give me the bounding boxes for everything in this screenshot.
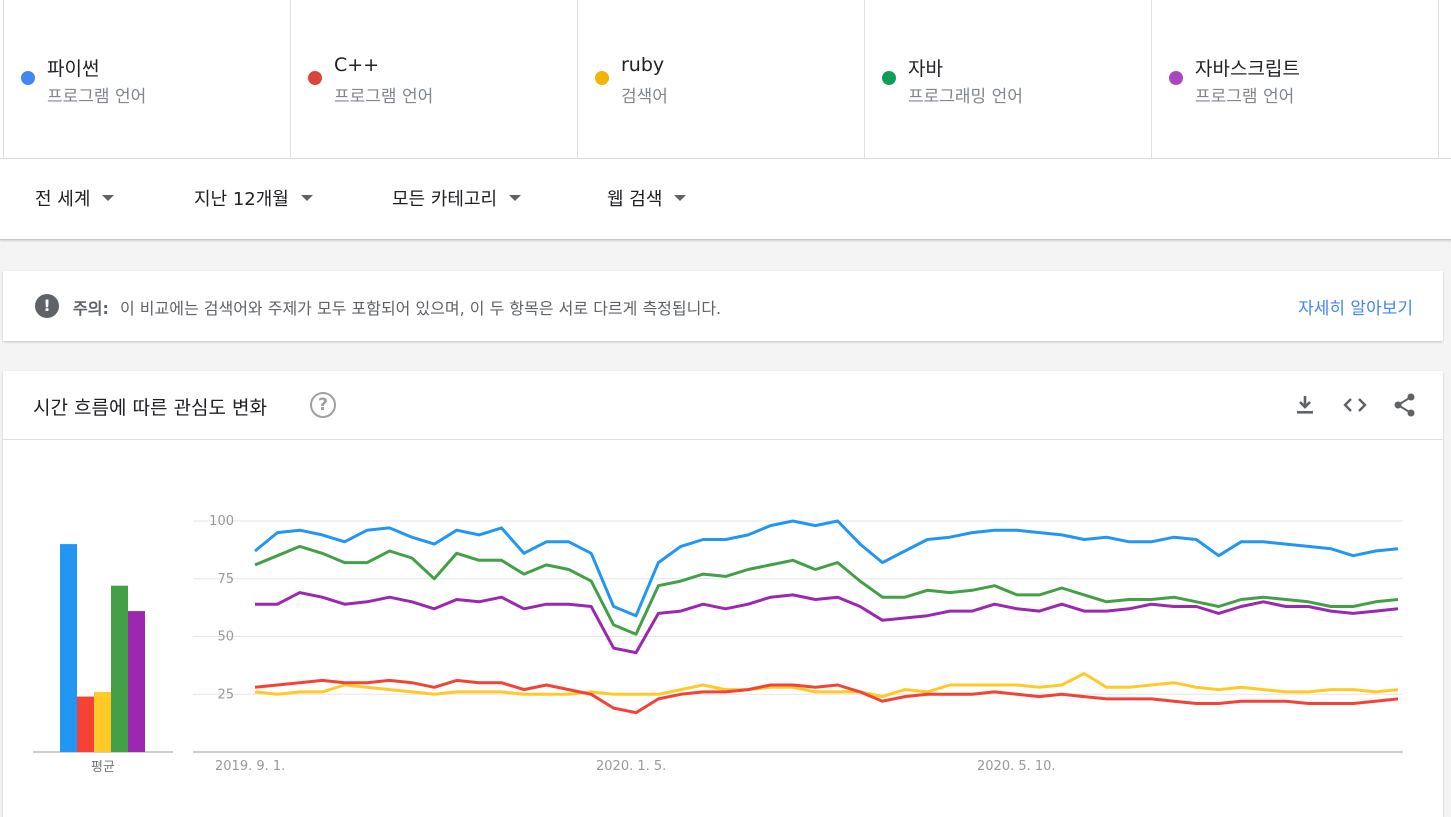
term-card-javascript[interactable]: 자바스크립트 프로그램 언어 — [1151, 0, 1439, 158]
average-bar-4 — [128, 611, 145, 752]
interest-chart: 평균 25 50 75 100 2019. 9. 1. 2020. 1. 5. 2020.… — [33, 514, 1403, 775]
y-tick-label: 75 — [217, 572, 234, 587]
chart-lines — [254, 519, 1399, 715]
average-bar-0 — [60, 544, 77, 752]
term-name: C++ — [334, 54, 380, 76]
x-tick-label: 2019. 9. 1. — [215, 759, 285, 774]
period-label: 지난 12개월 — [194, 189, 289, 210]
learn-more-link[interactable]: 자세히 알아보기 — [1298, 294, 1413, 319]
term-name: 파이썬 — [47, 58, 100, 80]
warning-icon: ! — [35, 294, 59, 318]
term-color-dot — [595, 71, 609, 85]
x-tick-label: 2020. 5. 10. — [977, 759, 1056, 774]
y-tick-label: 100 — [209, 514, 234, 529]
average-bar-2 — [94, 691, 111, 752]
card-title: 시간 흐름에 따른 관심도 변화 — [33, 397, 267, 419]
search-type-label: 웹 검색 — [607, 189, 663, 210]
term-name: ruby — [621, 54, 665, 76]
term-name: 자바 — [908, 58, 943, 80]
term-card-ruby[interactable]: ruby 검색어 — [577, 0, 865, 158]
average-label: 평균 — [91, 760, 115, 775]
chart-gridlines: 25 50 75 100 — [193, 514, 1403, 753]
x-axis-ticks: 2019. 9. 1. 2020. 1. 5. 2020. 5. 10. — [215, 759, 1056, 774]
interest-over-time-card: 시간 흐름에 따른 관심도 변화 ? 평균 25 50 75 100 2019. 9.… — [3, 371, 1443, 817]
term-color-dot — [882, 71, 896, 85]
term-name: 자바스크립트 — [1195, 58, 1300, 80]
caret-down-icon — [300, 195, 313, 201]
term-card-cpp[interactable]: C++ 프로그램 언어 — [290, 0, 578, 158]
category-label: 모든 카테고리 — [392, 189, 498, 210]
series-line-3 — [254, 544, 1399, 636]
average-bar-1 — [77, 696, 94, 752]
notice-label: 주의: — [73, 299, 109, 318]
average-bar-3 — [111, 585, 128, 752]
x-tick-label: 2020. 1. 5. — [596, 759, 666, 774]
caret-down-icon — [674, 195, 687, 201]
category-dropdown[interactable]: 모든 카테고리 — [392, 185, 522, 211]
series-line-0 — [254, 519, 1399, 618]
term-type: 프로그래밍 언어 — [908, 87, 1023, 107]
region-label: 전 세계 — [35, 189, 91, 210]
term-color-dot — [1169, 71, 1183, 85]
period-dropdown[interactable]: 지난 12개월 — [194, 185, 313, 211]
search-type-dropdown[interactable]: 웹 검색 — [607, 185, 687, 211]
y-tick-label: 25 — [217, 687, 234, 702]
download-icon[interactable] — [1291, 391, 1319, 419]
average-bar-chart: 평균 — [33, 544, 173, 775]
term-type: 검색어 — [621, 87, 668, 107]
series-line-4 — [255, 591, 1399, 655]
series-line-1 — [254, 678, 1399, 715]
caret-down-icon — [102, 195, 115, 201]
term-card-python[interactable]: 파이썬 프로그램 언어 — [3, 0, 291, 158]
term-color-dot — [21, 71, 35, 85]
term-type: 프로그램 언어 — [334, 87, 434, 107]
term-color-dot — [308, 71, 322, 85]
help-circle-icon[interactable]: ? — [310, 392, 336, 418]
term-card-java[interactable]: 자바 프로그래밍 언어 — [864, 0, 1152, 158]
y-tick-label: 50 — [217, 630, 234, 645]
card-header: 시간 흐름에 따른 관심도 변화 ? — [3, 371, 1443, 440]
notice-message: 이 비교에는 검색어와 주제가 모두 포함되어 있으며, 이 두 항목은 서로 … — [120, 299, 722, 318]
compare-terms-bar: 파이썬 프로그램 언어 C++ 프로그램 언어 ruby 검색어 자바 프로그래… — [0, 0, 1451, 159]
term-type: 프로그램 언어 — [47, 87, 147, 107]
term-type: 프로그램 언어 — [1195, 87, 1295, 107]
notice-banner: ! 주의: 이 비교에는 검색어와 주제가 모두 포함되어 있으며, 이 두 항… — [3, 271, 1443, 341]
caret-down-icon — [509, 195, 522, 201]
region-dropdown[interactable]: 전 세계 — [35, 185, 115, 211]
filter-bar: 전 세계 지난 12개월 모든 카테고리 웹 검색 — [0, 159, 1451, 240]
share-icon[interactable] — [1391, 391, 1419, 419]
embed-code-icon[interactable] — [1341, 391, 1369, 419]
